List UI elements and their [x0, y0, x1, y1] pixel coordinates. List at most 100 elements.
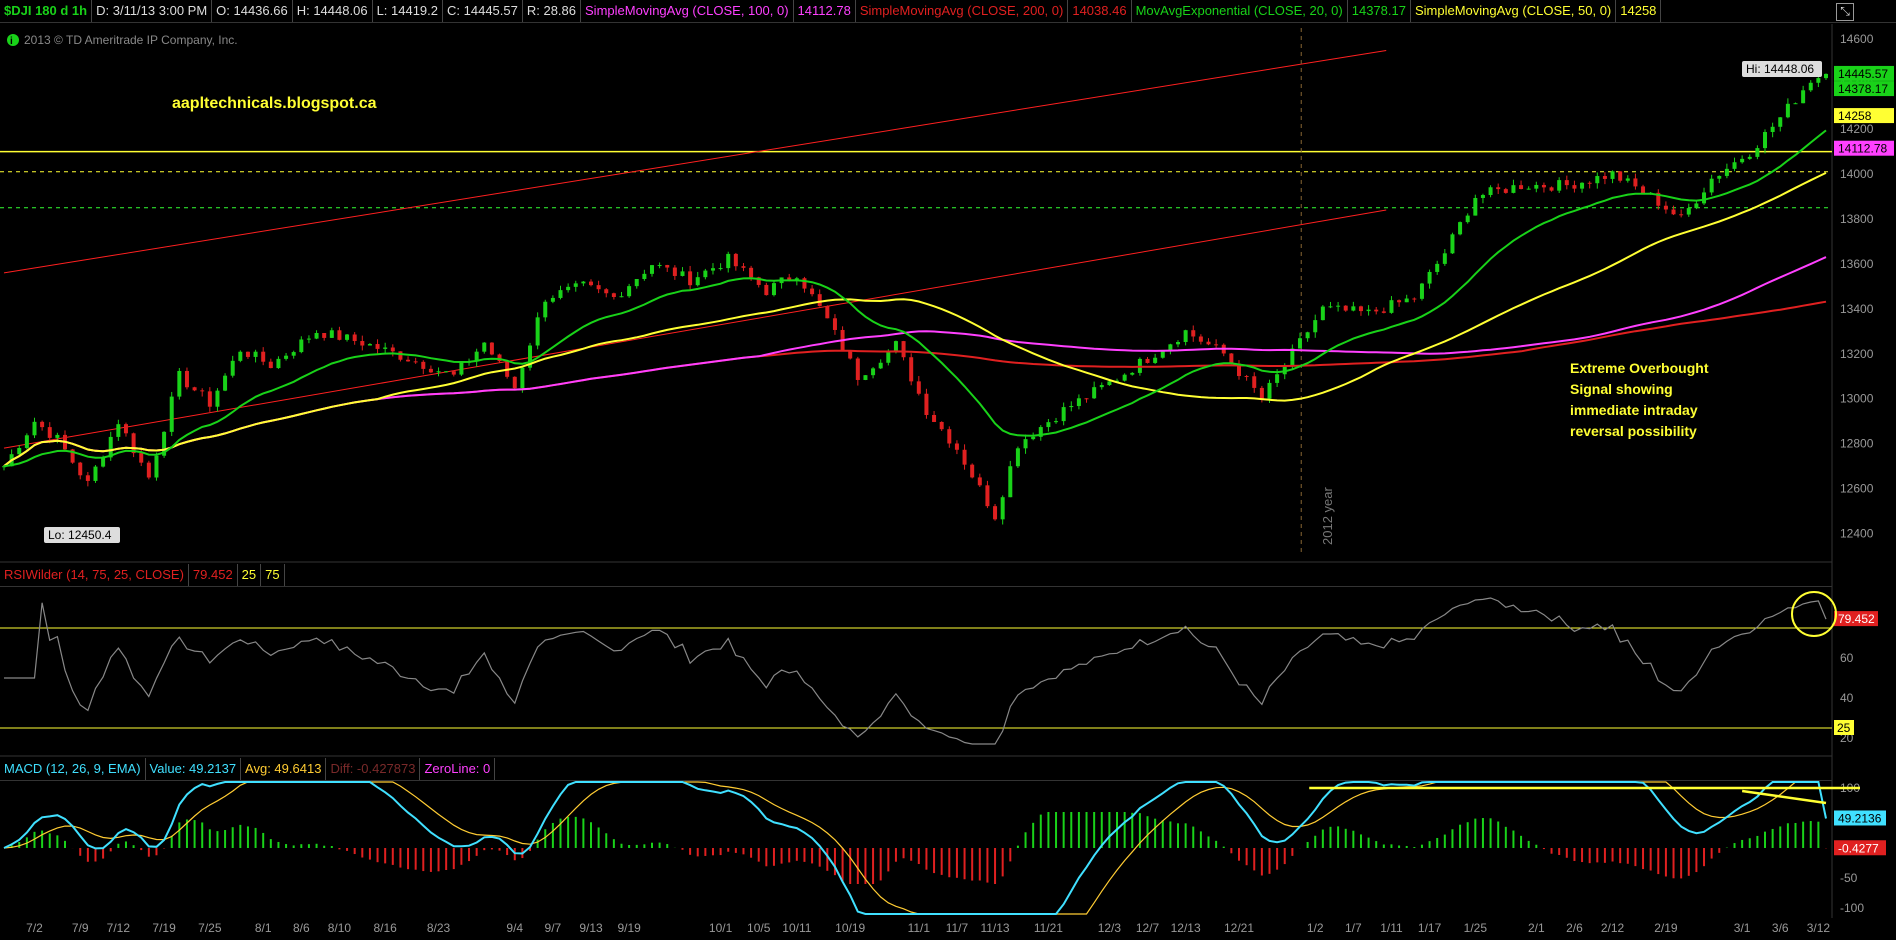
candle-body	[497, 354, 502, 362]
candle-body	[291, 352, 296, 356]
candle-body	[604, 289, 609, 294]
x-tick-label: 1/17	[1418, 921, 1442, 935]
ema20-study-label[interactable]: MovAvgExponential (CLOSE, 20, 0)	[1132, 0, 1348, 22]
candle-body	[688, 271, 693, 286]
x-tick-label: 9/19	[617, 921, 641, 935]
candle-body	[70, 449, 75, 463]
candle-body	[322, 333, 327, 338]
candle-body	[1336, 305, 1341, 307]
candle-body	[474, 351, 479, 362]
candle-body	[1176, 341, 1181, 345]
candle-body	[825, 306, 830, 319]
candle-body	[543, 301, 548, 318]
year-separator-label: 2012 year	[1320, 487, 1335, 545]
price-axis-badge-text: 14258	[1838, 109, 1872, 123]
candle-body	[1435, 263, 1440, 272]
annotation-line: reversal possibility	[1570, 423, 1697, 439]
macd-study-label[interactable]: MACD (12, 26, 9, EMA)	[0, 758, 146, 780]
candle-body	[1008, 466, 1013, 498]
candle-body	[596, 285, 601, 290]
candle-body	[1153, 357, 1158, 363]
candle-body	[1297, 338, 1302, 349]
candle-body	[1275, 374, 1280, 383]
macd-avg-line	[3, 781, 1827, 915]
sma200-line	[3, 300, 1827, 467]
sma200-study-label[interactable]: SimpleMovingAvg (CLOSE, 200, 0)	[856, 0, 1069, 22]
price-axis-badge	[1834, 65, 1894, 81]
candle-body	[1107, 381, 1112, 386]
price-axis-badge	[1834, 140, 1894, 156]
candle-body	[1740, 158, 1745, 163]
x-tick-label: 7/9	[72, 921, 89, 935]
candle-body	[1496, 187, 1501, 190]
rsi-level-badge-text: 25	[1837, 721, 1851, 735]
candle-body	[207, 391, 212, 407]
candle-body	[1198, 336, 1203, 342]
candle-body	[1694, 203, 1699, 209]
candle-body	[1442, 253, 1447, 264]
candle-body	[909, 357, 914, 382]
candle-body	[154, 455, 159, 478]
x-tick-label: 7/19	[152, 921, 176, 935]
candle-body	[1610, 171, 1615, 179]
candle-body	[367, 344, 372, 346]
ema20-line	[3, 129, 1827, 468]
candle-body	[787, 277, 792, 281]
low-readout: L: 14419.2	[373, 0, 444, 22]
candle-body	[146, 462, 151, 478]
rsi-last-badge	[1834, 611, 1878, 627]
maximize-icon[interactable]: ⤡	[1836, 3, 1854, 21]
candle-body	[1732, 162, 1737, 169]
candle-body	[703, 270, 708, 278]
macd-value-line	[3, 781, 1827, 915]
candle-body	[817, 294, 822, 307]
sma100-study-label[interactable]: SimpleMovingAvg (CLOSE, 100, 0)	[581, 0, 794, 22]
x-tick-label: 2/6	[1566, 921, 1583, 935]
candle-body	[528, 345, 533, 368]
x-tick-label: 7/25	[198, 921, 222, 935]
candle-body	[261, 351, 266, 362]
sma100-line	[3, 256, 1827, 467]
price-y-tick-label: 12400	[1840, 527, 1874, 541]
candle-body	[1221, 344, 1226, 354]
candle-body	[802, 278, 807, 289]
candle-body	[1686, 208, 1691, 215]
macd-value-badge	[1834, 810, 1886, 826]
candle-body	[284, 355, 289, 359]
candle-body	[345, 334, 350, 340]
symbol-label[interactable]: $DJI 180 d 1h	[0, 0, 93, 22]
candle-body	[383, 347, 388, 349]
candle-body	[200, 390, 205, 392]
candle-body	[1092, 387, 1097, 399]
x-tick-label: 9/7	[545, 921, 562, 935]
candle-body	[253, 351, 258, 357]
candle-body	[1679, 214, 1684, 216]
candle-body	[932, 414, 937, 422]
candle-body	[1480, 195, 1485, 198]
candle-body	[139, 453, 144, 463]
x-tick-label: 10/1	[709, 921, 733, 935]
macd-y-tick-label: 100	[1840, 781, 1860, 795]
candle-body	[1397, 300, 1402, 303]
x-tick-label: 11/21	[1034, 921, 1063, 935]
rsi-study-label[interactable]: RSIWilder (14, 75, 25, CLOSE)	[0, 564, 189, 586]
candle-body	[1785, 103, 1790, 118]
x-tick-label: 7/12	[107, 921, 131, 935]
macd-diff: Diff: -0.427873	[326, 758, 421, 780]
candle-body	[718, 268, 723, 270]
candle-body	[863, 375, 868, 380]
candle-body	[1000, 497, 1005, 520]
candle-body	[1206, 341, 1211, 345]
rsi-level-badge	[1834, 720, 1854, 735]
sma50-study-label[interactable]: SimpleMovingAvg (CLOSE, 50, 0)	[1411, 0, 1617, 22]
ema20-value: 14378.17	[1348, 0, 1411, 22]
info-icon[interactable]	[7, 34, 19, 46]
candle-body	[360, 341, 365, 346]
candle-body	[566, 286, 571, 291]
candle-body	[1580, 182, 1585, 189]
high-readout: H: 14448.06	[293, 0, 373, 22]
candle-body	[672, 267, 677, 276]
trendline	[3, 209, 1387, 449]
candle-body	[276, 358, 281, 369]
x-tick-label: 9/13	[579, 921, 603, 935]
